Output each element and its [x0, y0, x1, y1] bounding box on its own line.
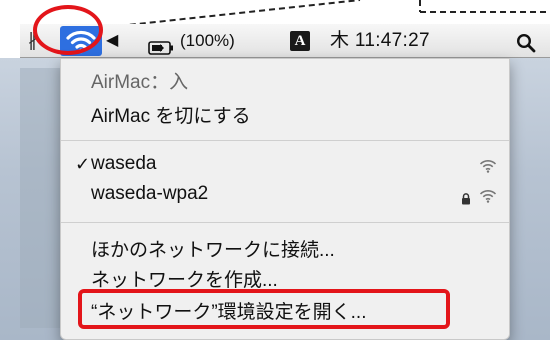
volume-icon[interactable]: ◀: [106, 24, 118, 57]
menubar-clock[interactable]: 木 11:47:27: [330, 24, 430, 57]
menu-separator: [61, 222, 509, 223]
background-dock-edge: [20, 68, 60, 328]
selected-checkmark-icon: ✓: [75, 154, 91, 175]
wifi-toggle-item[interactable]: AirMac を切にする: [91, 101, 251, 128]
network-item-waseda-wpa2[interactable]: waseda-wpa2: [91, 183, 208, 205]
menu-separator: [61, 140, 509, 141]
join-other-network-item[interactable]: ほかのネットワークに接続...: [91, 235, 335, 262]
create-network-item[interactable]: ネットワークを作成...: [91, 265, 278, 292]
screenshot-stage: ∦ ◀ (100%) A 木 11:47:27 AirMac：入 AirMac …: [0, 0, 550, 340]
annotation-highlight-box: [78, 289, 450, 329]
annotation-circle: [33, 5, 103, 55]
wifi-status-label: AirMac：入: [91, 72, 189, 93]
battery-percent: (100%): [180, 31, 235, 50]
spotlight-search-icon[interactable]: [516, 31, 536, 53]
battery-icon[interactable]: [148, 33, 174, 55]
wifi-signal-icon: [479, 188, 497, 203]
lock-icon: [461, 190, 471, 205]
wifi-signal-icon: [479, 158, 497, 173]
input-method-icon[interactable]: A: [290, 31, 310, 51]
network-item-waseda[interactable]: waseda: [91, 153, 157, 175]
